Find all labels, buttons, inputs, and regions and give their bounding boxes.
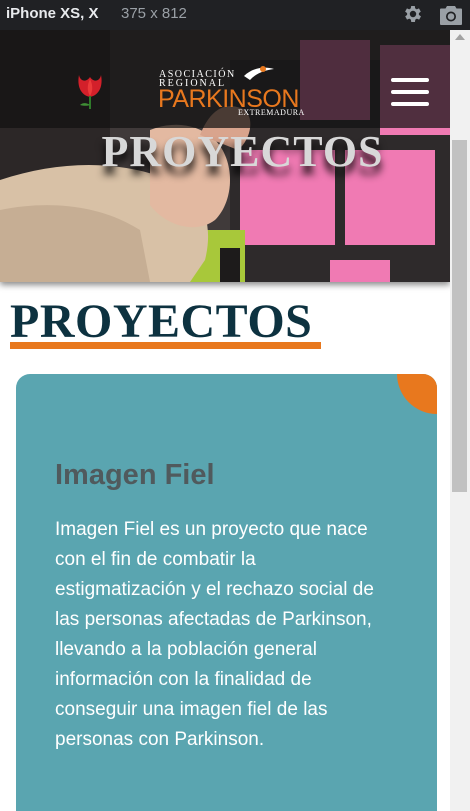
- project-card: Imagen Fiel Imagen Fiel es un proyecto q…: [16, 374, 437, 811]
- mobile-viewport: ASOCIACIÓN REGIONAL PARKINSON EXTREMADUR…: [0, 30, 450, 811]
- menu-bar-middle: [391, 90, 429, 94]
- device-dimensions: 375 x 812: [121, 5, 187, 22]
- card-title: Imagen Fiel: [55, 459, 215, 491]
- scrollbar-thumb[interactable]: [452, 140, 467, 492]
- hero-banner: ASOCIACIÓN REGIONAL PARKINSON EXTREMADUR…: [0, 30, 450, 282]
- brand-swoosh-icon: [244, 66, 274, 80]
- device-selector[interactable]: iPhone XS, X: [6, 5, 99, 22]
- menu-bar-bottom: [391, 102, 429, 106]
- brand-logo[interactable]: ASOCIACIÓN REGIONAL PARKINSON EXTREMADUR…: [154, 66, 314, 118]
- gear-icon[interactable]: [402, 3, 424, 25]
- card-accent-circle: [397, 374, 437, 414]
- scrollbar[interactable]: [450, 30, 470, 811]
- camera-icon[interactable]: [439, 4, 463, 26]
- hamburger-menu-icon[interactable]: [391, 77, 431, 107]
- site-header: ASOCIACIÓN REGIONAL PARKINSON EXTREMADUR…: [0, 30, 450, 128]
- brand-line3: EXTREMADURA: [238, 108, 305, 117]
- menu-bar-top: [391, 78, 429, 82]
- title-underline: [10, 342, 321, 349]
- scroll-up-arrow-icon[interactable]: [455, 34, 465, 40]
- hero-title: PROYECTOS: [101, 127, 384, 176]
- device-toolbar: iPhone XS, X 375 x 812: [0, 0, 470, 30]
- card-description: Imagen Fiel es un proyecto que nace con …: [55, 519, 374, 750]
- tulip-logo-icon[interactable]: [76, 73, 104, 111]
